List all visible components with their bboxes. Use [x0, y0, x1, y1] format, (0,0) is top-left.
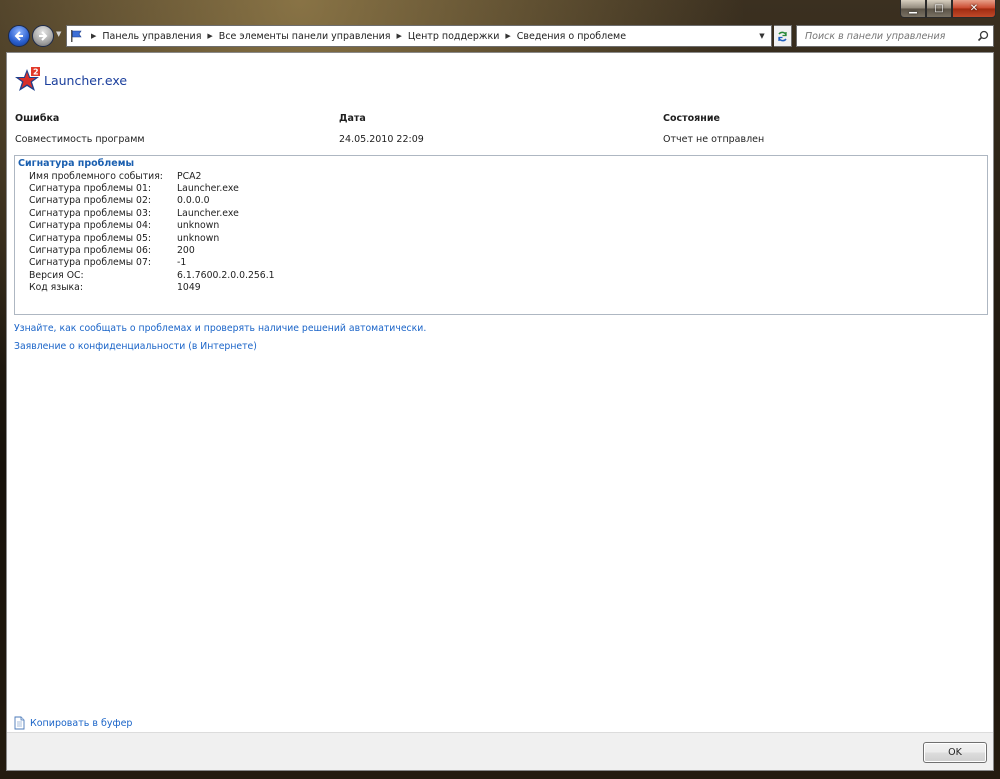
search-icon[interactable]	[977, 30, 989, 42]
problem-signature-box: Сигнатура проблемы Имя проблемного событ…	[14, 155, 988, 315]
signature-value: 6.1.7600.2.0.0.256.1	[177, 269, 275, 281]
signature-value: unknown	[177, 232, 220, 244]
search-input[interactable]	[803, 29, 979, 43]
maximize-button[interactable]: □	[926, 0, 952, 18]
app-header: 2 Launcher.exe	[14, 67, 127, 93]
error-header: Ошибка	[15, 113, 60, 124]
date-header: Дата	[339, 113, 366, 124]
signature-label: Сигнатура проблемы 03:	[29, 207, 151, 219]
control-panel-flag-icon	[67, 26, 85, 46]
problem-summary: Ошибка Совместимость программ Дата 24.05…	[15, 113, 985, 153]
arrow-right-icon	[39, 31, 48, 41]
arrow-left-icon	[14, 31, 23, 41]
status-column: Состояние Отчет не отправлен	[663, 113, 764, 145]
refresh-icon	[778, 31, 787, 41]
signature-row: Сигнатура проблемы 07: -1	[29, 257, 275, 269]
error-value: Совместимость программ	[15, 134, 145, 145]
launcher-app-icon: 2	[14, 67, 40, 93]
signature-value: 0.0.0.0	[177, 195, 210, 207]
status-header: Состояние	[663, 113, 720, 124]
address-dropdown-icon[interactable]: ▼	[755, 28, 769, 44]
breadcrumb-separator-icon[interactable]: ▶	[91, 32, 96, 40]
signature-value: unknown	[177, 220, 220, 232]
signature-row: Сигнатура проблемы 06: 200	[29, 244, 275, 256]
ok-button[interactable]: OK	[923, 742, 987, 763]
signature-value: -1	[177, 257, 187, 269]
signature-value: Launcher.exe	[177, 183, 239, 195]
signature-row: Сигнатура проблемы 01: Launcher.exe	[29, 182, 275, 194]
signature-row: Сигнатура проблемы 05: unknown	[29, 232, 275, 244]
signature-value: PCA2	[177, 170, 202, 182]
signature-row: Сигнатура проблемы 02: 0.0.0.0	[29, 195, 275, 207]
breadcrumb: ▶ Панель управления ▶ Все элементы панел…	[85, 31, 626, 42]
copy-document-icon	[14, 716, 25, 730]
recent-pages-dropdown[interactable]: ▼	[56, 30, 61, 38]
copy-to-clipboard-label[interactable]: Копировать в буфер	[30, 718, 132, 729]
breadcrumb-separator-icon[interactable]: ▶	[207, 32, 212, 40]
signature-value: 200	[177, 245, 195, 257]
date-column: Дата 24.05.2010 22:09	[339, 113, 424, 145]
signature-label: Сигнатура проблемы 06:	[29, 245, 151, 257]
signature-label: Сигнатура проблемы 02:	[29, 195, 151, 207]
search-box	[796, 25, 994, 47]
signature-row: Имя проблемного события: PCA2	[29, 170, 275, 182]
signature-value: 1049	[177, 282, 201, 294]
privacy-statement-link[interactable]: Заявление о конфиденциальности (в Интерн…	[14, 341, 257, 352]
problem-details-panel: 2 Launcher.exe Ошибка Совместимость прог…	[6, 52, 994, 771]
status-value: Отчет не отправлен	[663, 134, 765, 145]
dialog-footer: OK	[7, 732, 993, 770]
breadcrumb-all-items[interactable]: Все элементы панели управления	[219, 31, 391, 42]
refresh-button[interactable]	[774, 25, 792, 47]
svg-text:2: 2	[33, 68, 39, 77]
signature-title: Сигнатура проблемы	[18, 158, 135, 169]
signature-list: Имя проблемного события: PCA2 Сигнатура …	[29, 170, 275, 294]
signature-label: Сигнатура проблемы 07:	[29, 257, 151, 269]
date-value: 24.05.2010 22:09	[339, 134, 424, 145]
signature-label: Сигнатура проблемы 05:	[29, 232, 151, 244]
close-button[interactable]: ✕	[952, 0, 996, 18]
app-title: Launcher.exe	[44, 72, 128, 88]
signature-value: Launcher.exe	[177, 207, 239, 219]
minimize-button[interactable]: ▁	[900, 0, 926, 18]
signature-label: Код языка:	[29, 282, 83, 294]
signature-row: Код языка: 1049	[29, 282, 275, 294]
navigation-bar: ▼ ▶ Панель управления ▶ Все элементы пан…	[6, 22, 994, 50]
caption-buttons: ▁ □ ✕	[900, 0, 996, 18]
error-column: Ошибка Совместимость программ	[15, 113, 145, 145]
forward-button[interactable]	[32, 25, 54, 47]
breadcrumb-separator-icon[interactable]: ▶	[396, 32, 401, 40]
signature-label: Сигнатура проблемы 04:	[29, 220, 151, 232]
signature-row: Сигнатура проблемы 03: Launcher.exe	[29, 207, 275, 219]
breadcrumb-action-center[interactable]: Центр поддержки	[408, 31, 500, 42]
signature-row: Версия ОС: 6.1.7600.2.0.0.256.1	[29, 269, 275, 281]
copy-to-clipboard-link[interactable]: Копировать в буфер	[14, 716, 132, 730]
back-button[interactable]	[8, 25, 30, 47]
breadcrumb-separator-icon[interactable]: ▶	[505, 32, 510, 40]
signature-label: Сигнатура проблемы 01:	[29, 183, 151, 195]
address-bar[interactable]: ▶ Панель управления ▶ Все элементы панел…	[66, 25, 772, 47]
signature-label: Имя проблемного события:	[29, 170, 163, 182]
signature-label: Версия ОС:	[29, 269, 84, 281]
learn-more-link[interactable]: Узнайте, как сообщать о проблемах и пров…	[14, 323, 426, 334]
breadcrumb-problem-details[interactable]: Сведения о проблеме	[517, 31, 626, 42]
signature-row: Сигнатура проблемы 04: unknown	[29, 220, 275, 232]
breadcrumb-control-panel[interactable]: Панель управления	[102, 31, 201, 42]
